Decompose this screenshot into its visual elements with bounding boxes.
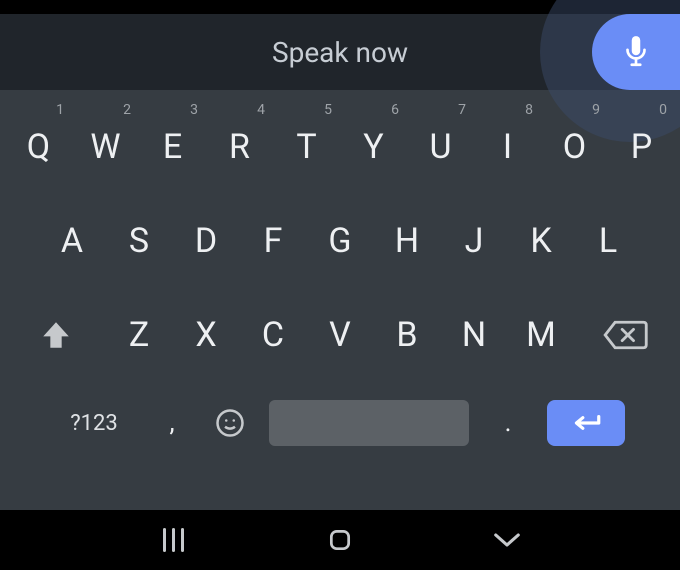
enter-key[interactable] bbox=[537, 384, 635, 462]
key-w[interactable]: 2W bbox=[72, 100, 139, 194]
key-n[interactable]: N bbox=[441, 288, 508, 382]
nav-back-button[interactable] bbox=[467, 510, 547, 570]
key-e[interactable]: 3E bbox=[139, 100, 206, 194]
shift-icon bbox=[39, 318, 73, 352]
symbols-key[interactable]: ?123 bbox=[45, 384, 143, 462]
key-h[interactable]: H bbox=[374, 194, 441, 288]
emoji-key[interactable] bbox=[201, 384, 259, 462]
shift-key[interactable] bbox=[6, 288, 106, 382]
key-v[interactable]: V bbox=[307, 288, 374, 382]
key-r[interactable]: 4R bbox=[206, 100, 273, 194]
key-u[interactable]: 7U bbox=[407, 100, 474, 194]
key-k[interactable]: K bbox=[508, 194, 575, 288]
key-row-1: 1Q 2W 3E 4R 5T 6Y 7U 8I 9O 0P bbox=[2, 100, 678, 194]
keyboard: 1Q 2W 3E 4R 5T 6Y 7U 8I 9O 0P A S D F G … bbox=[0, 90, 680, 510]
enter-icon bbox=[569, 411, 603, 435]
emoji-icon bbox=[215, 408, 245, 438]
key-o[interactable]: 9O bbox=[541, 100, 608, 194]
mic-area bbox=[540, 14, 680, 90]
key-g[interactable]: G bbox=[307, 194, 374, 288]
navigation-bar bbox=[0, 510, 680, 570]
spacebar bbox=[269, 400, 469, 446]
key-a[interactable]: A bbox=[39, 194, 106, 288]
nav-home-button[interactable] bbox=[300, 510, 380, 570]
voice-prompt-text: Speak now bbox=[272, 36, 408, 69]
key-f[interactable]: F bbox=[240, 194, 307, 288]
key-i[interactable]: 8I bbox=[474, 100, 541, 194]
key-row-2: A S D F G H J K L bbox=[2, 194, 678, 288]
mic-button[interactable] bbox=[592, 14, 680, 90]
home-icon bbox=[327, 527, 353, 553]
key-z[interactable]: Z bbox=[106, 288, 173, 382]
comma-key[interactable]: , bbox=[143, 384, 201, 462]
key-m[interactable]: M bbox=[508, 288, 575, 382]
key-b[interactable]: B bbox=[374, 288, 441, 382]
period-key[interactable]: . bbox=[479, 384, 537, 462]
key-d[interactable]: D bbox=[173, 194, 240, 288]
suggestion-bar: Speak now bbox=[0, 14, 680, 90]
mic-icon bbox=[623, 35, 649, 69]
key-x[interactable]: X bbox=[173, 288, 240, 382]
key-c[interactable]: C bbox=[240, 288, 307, 382]
backspace-key[interactable] bbox=[575, 288, 675, 382]
backspace-icon bbox=[602, 318, 648, 352]
key-p[interactable]: 0P bbox=[608, 100, 675, 194]
space-key[interactable] bbox=[259, 384, 479, 462]
key-j[interactable]: J bbox=[441, 194, 508, 288]
key-s[interactable]: S bbox=[106, 194, 173, 288]
key-row-4: ?123 , . bbox=[2, 382, 678, 462]
nav-recents-button[interactable] bbox=[133, 510, 213, 570]
key-row-3: Z X C V B N M bbox=[2, 288, 678, 382]
recents-icon bbox=[163, 528, 184, 552]
key-q[interactable]: 1Q bbox=[5, 100, 72, 194]
key-t[interactable]: 5T bbox=[273, 100, 340, 194]
key-l[interactable]: L bbox=[575, 194, 642, 288]
key-y[interactable]: 6Y bbox=[340, 100, 407, 194]
chevron-down-icon bbox=[492, 530, 522, 550]
